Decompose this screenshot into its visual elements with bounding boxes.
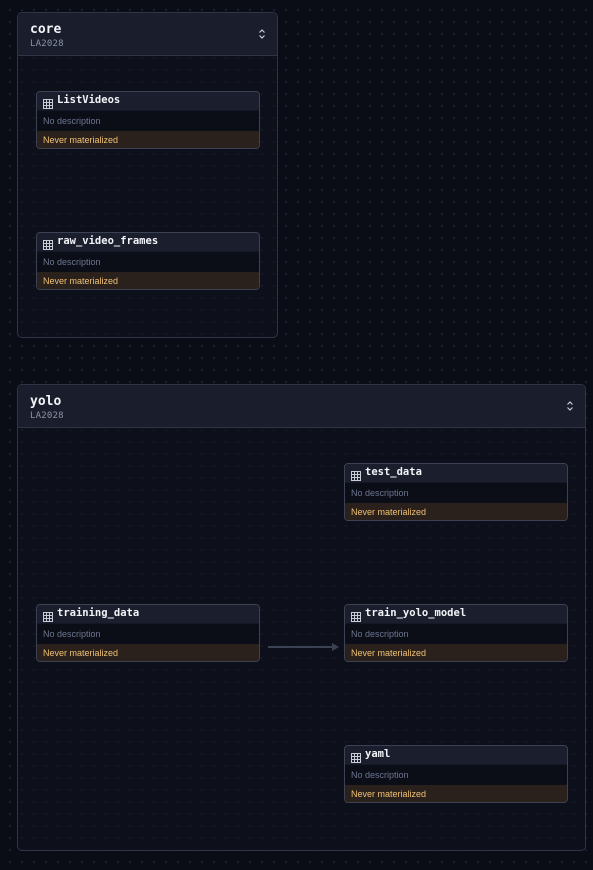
node-header: test_data <box>345 464 567 483</box>
table-icon <box>43 237 53 250</box>
group-title: yolo <box>30 394 62 409</box>
node-status: Never materialized <box>37 644 259 661</box>
table-icon <box>43 609 53 622</box>
node-description: No description <box>37 624 259 644</box>
node-description: No description <box>37 252 259 272</box>
group-subtitle: LA2028 <box>30 39 64 49</box>
node-header: train_yolo_model <box>345 605 567 624</box>
node-header: training_data <box>37 605 259 624</box>
asset-node-train-yolo-model[interactable]: train_yolo_model No description Never ma… <box>344 604 568 662</box>
node-title: raw_video_frames <box>57 235 159 247</box>
node-header: ListVideos <box>37 92 259 111</box>
asset-node-training-data[interactable]: training_data No description Never mater… <box>36 604 260 662</box>
table-icon <box>43 96 53 109</box>
group-subtitle: LA2028 <box>30 411 64 421</box>
node-description: No description <box>345 483 567 503</box>
node-description: No description <box>345 765 567 785</box>
table-icon <box>351 750 361 763</box>
asset-node-test-data[interactable]: test_data No description Never materiali… <box>344 463 568 521</box>
node-status: Never materialized <box>37 131 259 148</box>
node-title: train_yolo_model <box>365 607 467 619</box>
table-icon <box>351 609 361 622</box>
node-title: training_data <box>57 607 140 619</box>
node-description: No description <box>37 111 259 131</box>
node-status: Never materialized <box>345 644 567 661</box>
asset-node-listvideos[interactable]: ListVideos No description Never material… <box>36 91 260 149</box>
asset-node-raw-video-frames[interactable]: raw_video_frames No description Never ma… <box>36 232 260 290</box>
node-title: yaml <box>365 748 391 760</box>
node-description: No description <box>345 624 567 644</box>
asset-node-yaml[interactable]: yaml No description Never materialized <box>344 745 568 803</box>
chevron-collapse-icon[interactable] <box>563 399 577 413</box>
node-status: Never materialized <box>345 503 567 520</box>
node-header: raw_video_frames <box>37 233 259 252</box>
node-title: test_data <box>365 466 422 478</box>
node-status: Never materialized <box>37 272 259 289</box>
node-status: Never materialized <box>345 785 567 802</box>
table-icon <box>351 468 361 481</box>
chevron-collapse-icon[interactable] <box>255 27 269 41</box>
group-header[interactable]: core LA2028 <box>18 13 277 56</box>
group-title: core <box>30 22 62 37</box>
group-header[interactable]: yolo LA2028 <box>18 385 585 428</box>
node-title: ListVideos <box>57 94 121 106</box>
node-header: yaml <box>345 746 567 765</box>
